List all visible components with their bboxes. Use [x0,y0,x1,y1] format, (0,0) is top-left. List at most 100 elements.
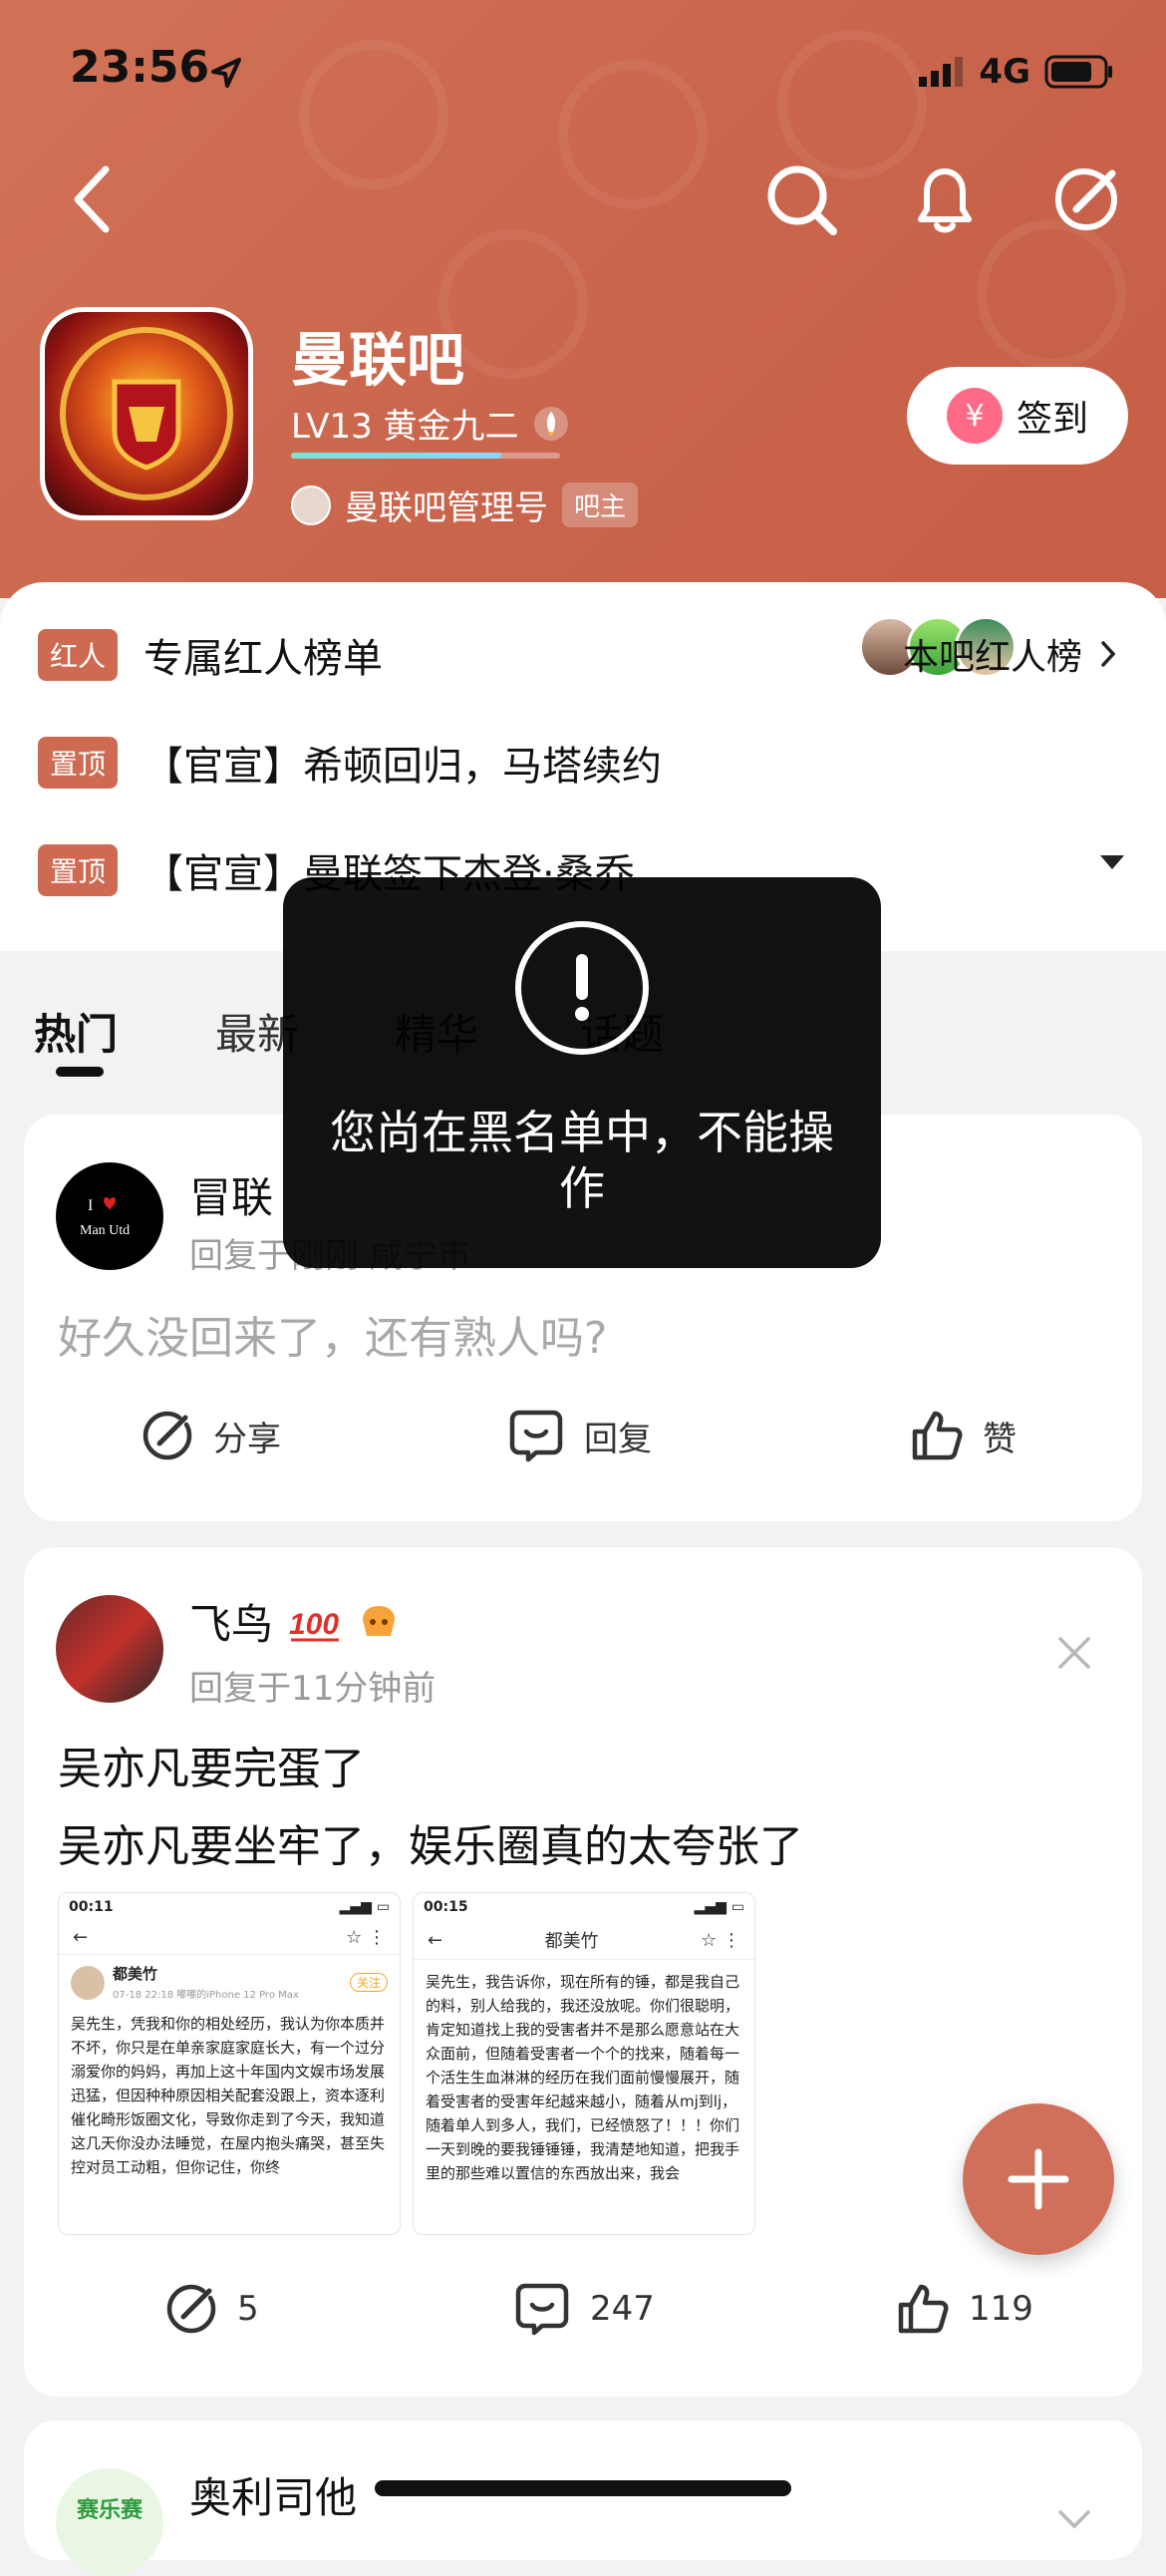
avatar [56,1595,163,1703]
star-icon: ☆ ⋮ [701,1929,740,1951]
username[interactable]: 冒联 [189,1164,273,1225]
red-tag: 红人 [38,629,119,681]
image-status-icons: ▂▄▆ ▭ [339,1899,390,1915]
exclamation-icon [515,921,649,1055]
avatar-text: 赛乐赛 [76,2498,143,2523]
tab-hot[interactable]: 热门 [34,1001,118,1062]
badge-icon [363,1605,396,1636]
pinned-title: 【官宣】希顿回归，马塔续约 [144,744,663,790]
forum-admin[interactable]: 曼联吧管理号 吧主 [291,481,639,529]
image-author-info: 都美竹 07-18 22:18 嘟嘟的iPhone 12 Pro Max [113,1963,342,2002]
home-indicator [375,2480,791,2496]
forum-logo [40,307,253,520]
like-button[interactable]: 赞 [909,1408,1017,1463]
image-time: 00:15 [424,1899,468,1915]
post-line: 吴亦凡要完蛋了 [58,1744,365,1794]
image-text: 吴先生，我告诉你，现在所有的锤，都是我自己的料，别人给我的，我还没放呢。你们很聪… [426,1973,740,2182]
edit-post-icon[interactable] [1046,160,1126,239]
admin-badge: 吧主 [562,483,639,527]
hundred-emoji-icon: 100 [289,1608,339,1641]
battery-icon [1044,55,1112,89]
like-label: 赞 [983,1419,1017,1459]
chevron-down-icon[interactable] [1054,2504,1094,2534]
post-line: 吴亦凡要坐牢了，娱乐圈真的太夸张了 [58,1821,803,1872]
red-list-link-label: 本吧红人榜 [902,637,1082,678]
plus-icon [1008,2148,1069,2210]
image-time: 00:11 [69,1899,114,1915]
post-image[interactable]: 00:11 ▂▄▆ ▭ ← ☆ ⋮ 都美竹 07-18 22:18 嘟嘟的iPh… [58,1892,401,2235]
forum-name: 曼联吧 [291,326,465,394]
red-list-row[interactable]: 红人 专属红人榜单 [38,626,383,684]
share-icon [166,2284,216,2334]
admin-name: 曼联吧管理号 [345,488,548,528]
background-pattern [977,219,1126,369]
share-button[interactable]: 分享 [140,1408,281,1463]
like-count: 119 [969,2289,1033,2329]
image-status-icons: ▂▄▆ ▭ [694,1899,744,1915]
background-pattern [299,40,448,189]
admin-avatar [291,484,331,525]
user-level: LV13 黄金九二 [291,399,569,448]
network-type: 4G [979,52,1030,92]
chevron-right-icon [1101,641,1116,667]
reply-label: 回复 [584,1419,652,1459]
post-meta: 回复于11分钟前 [189,1669,437,1709]
rocket-icon [533,406,568,441]
svg-text:I: I [88,1197,93,1214]
svg-text:Man Utd: Man Utd [80,1223,130,1238]
reply-count: 247 [590,2289,655,2329]
post-image[interactable]: 00:15 ▂▄▆ ▭ ← 都美竹 ☆ ⋮ 吴先生，我告诉你，现在所有的锤，都是… [413,1892,755,2235]
like-button[interactable]: 119 [895,2281,1033,2337]
image-author-row: 都美竹 07-18 22:18 嘟嘟的iPhone 12 Pro Max 关注 [59,1955,400,2010]
avatar: 赛乐赛 [56,2468,163,2576]
pinned-post-1[interactable]: 置顶 【官宣】希顿回归，马塔续约 [38,734,662,792]
avatar: I Man Utd [56,1162,163,1270]
status-right: 4G [919,52,1114,92]
back-arrow-icon: ← [428,1929,443,1951]
share-label: 分享 [213,1419,281,1459]
close-icon[interactable] [1054,1633,1094,1673]
thumbs-up-icon [912,1411,963,1460]
signin-button[interactable]: ¥ 签到 [907,367,1128,465]
star-icon: ☆ ⋮ [346,1927,386,1948]
red-list-link[interactable]: 本吧红人榜 [903,628,1118,680]
expand-arrow-icon[interactable] [1100,855,1124,869]
reply-button[interactable]: 247 [512,2281,655,2337]
signin-label: 签到 [1016,399,1088,440]
image-status-bar: 00:15 ▂▄▆ ▭ [414,1893,754,1921]
back-icon[interactable] [56,160,136,239]
image-text: 吴先生，凭我和你的相处经历，我认为你本质并不坏，你只是在单亲家庭家庭长大，有一个… [71,2015,386,2176]
image-status-bar: 00:11 ▂▄▆ ▭ [59,1893,400,1921]
reply-button[interactable]: 回复 [506,1408,652,1463]
background-pattern [777,30,927,179]
thumbs-up-icon [898,2284,949,2334]
image-nav: ← ☆ ⋮ [59,1921,400,1955]
blacklist-toast: 您尚在黑名单中，不能操作 [283,877,881,1268]
search-icon[interactable] [761,160,841,239]
toast-message: 您尚在黑名单中，不能操作 [330,1106,834,1215]
share-button[interactable]: 5 [163,2281,259,2337]
bell-icon[interactable] [905,160,985,239]
avatar-graphic: I Man Utd [80,1197,130,1238]
username-row[interactable]: 飞鸟 100 [189,1591,401,1652]
avatar [71,1965,105,2000]
username[interactable]: 奥利司他 [189,2464,357,2525]
image-nav: ← 都美竹 ☆ ⋮ [414,1921,754,1960]
background-pattern [558,60,708,209]
level-progress [291,453,560,459]
back-arrow-icon: ← [73,1927,89,1948]
image-author-name: 都美竹 [544,1931,599,1952]
image-follow-badge: 关注 [349,1973,388,1992]
share-count: 5 [237,2289,259,2329]
comment-icon [515,2283,569,2336]
red-list-title: 专属红人榜单 [144,636,384,682]
image-author-name: 都美竹 [113,1965,158,1983]
forum-header: 23:56 4G 曼联吧 LV13 黄金九二 曼联吧管理号 吧主 ¥ 签到 [0,0,1166,598]
post-text: 好久没回来了，还有熟人吗? [58,1313,608,1364]
share-icon [143,1411,192,1460]
location-arrow-icon [211,58,241,88]
status-time: 23:56 [70,42,210,93]
username: 飞鸟 [189,1600,274,1649]
new-post-button[interactable] [963,2103,1114,2255]
tab-indicator [56,1067,104,1077]
